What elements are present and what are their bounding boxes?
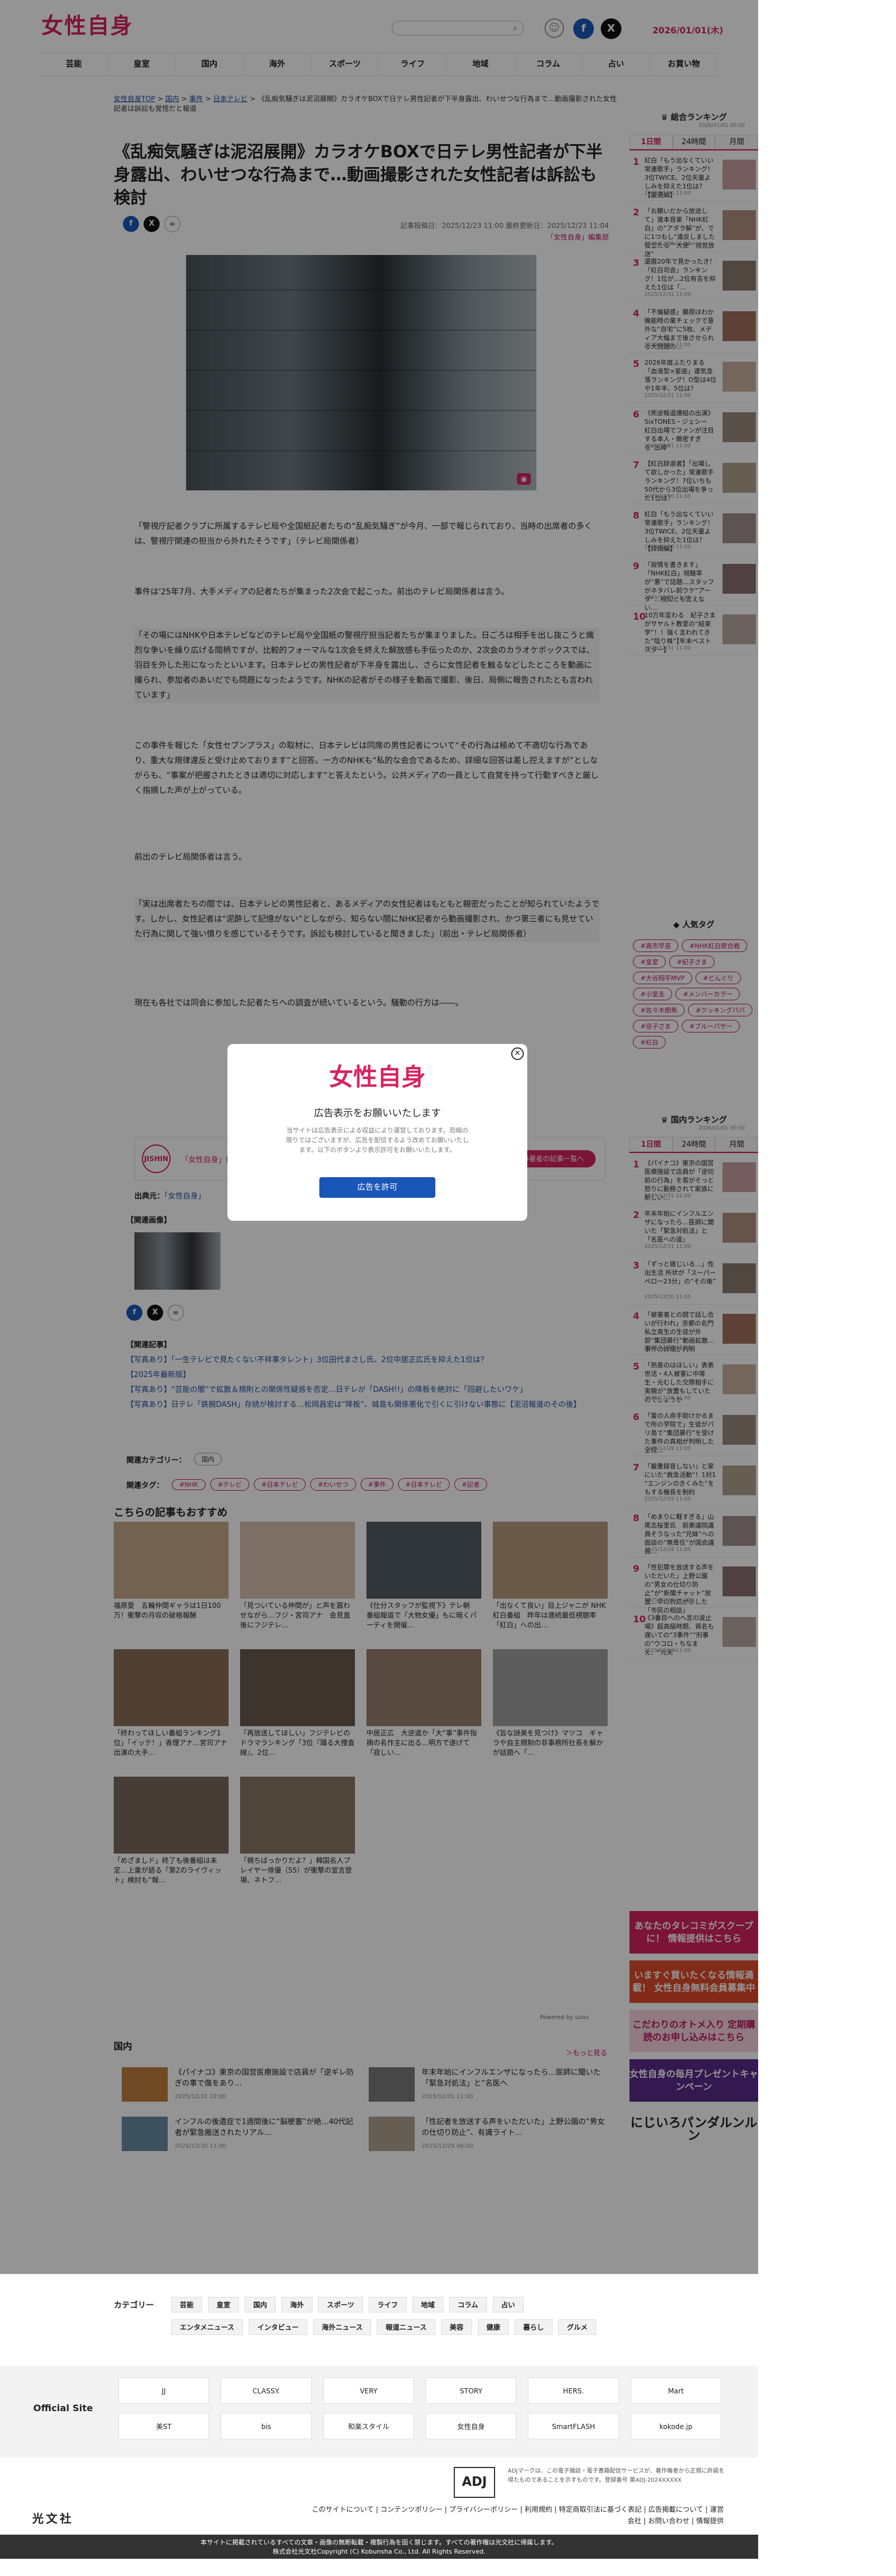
official-site-link[interactable]: 和楽スタイル bbox=[323, 2413, 414, 2439]
official-site-link[interactable]: VERY bbox=[323, 2377, 414, 2404]
footer-category[interactable]: 国内 bbox=[245, 2297, 276, 2312]
official-site-link[interactable]: HERS. bbox=[528, 2377, 619, 2404]
official-site-link[interactable]: 女性自身 bbox=[425, 2413, 517, 2439]
official-site-link[interactable]: CLASSY. bbox=[221, 2377, 312, 2404]
official-site-link[interactable]: STORY bbox=[425, 2377, 517, 2404]
footer-category[interactable]: 健康 bbox=[477, 2319, 509, 2335]
modal-body: 当サイトは広告表示による収益により運営しております。恐縮の限りではございますが、… bbox=[285, 1127, 469, 1154]
modal-heading: 広告表示をお願いいたします bbox=[314, 1108, 441, 1119]
footer-category[interactable]: 美容 bbox=[441, 2319, 472, 2335]
footer: カテゴリー 芸能 皇室 国内 海外 スポーツ ライフ 地域 コラム 占い エンタメニュース インタビ… bbox=[0, 2274, 896, 2576]
official-site-link[interactable]: JJ bbox=[118, 2377, 210, 2404]
copyright: 本サイトに掲載されているすべての文章・画像の無断転載・複製行為を固く禁じます。す… bbox=[0, 2535, 758, 2559]
footer-category[interactable]: スポーツ bbox=[318, 2297, 363, 2312]
footer-category[interactable]: 報道ニュース bbox=[377, 2319, 435, 2335]
official-site-link[interactable]: SmartFLASH bbox=[528, 2413, 619, 2439]
adj-logo: ADJ bbox=[454, 2467, 495, 2498]
footer-category[interactable]: コラム bbox=[449, 2297, 487, 2312]
footer-cat-label: カテゴリー bbox=[114, 2300, 154, 2310]
official-site-link[interactable]: 美ST bbox=[118, 2413, 210, 2439]
publisher-logo[interactable]: 光文社 bbox=[32, 2509, 74, 2526]
official-sites: Official Site JJ CLASSY. VERY STORY HERS. Mar… bbox=[0, 2366, 758, 2458]
official-site-link[interactable]: kokode.jp bbox=[630, 2413, 721, 2439]
footer-category[interactable]: 地域 bbox=[412, 2297, 443, 2312]
footer-links[interactable]: このサイトについて | コンテンツポリシー | プライバシーポリシー | 利用規… bbox=[310, 2504, 724, 2527]
footer-category[interactable]: インタビュー bbox=[249, 2319, 308, 2335]
copyright-line: 本サイトに掲載されているすべての文章・画像の無断転載・複製行為を固く禁じます。す… bbox=[200, 2539, 558, 2546]
footer-category[interactable]: 暮らし bbox=[514, 2319, 553, 2335]
footer-category[interactable]: グルメ bbox=[558, 2319, 596, 2335]
allow-ads-button[interactable]: 広告を許可 bbox=[319, 1177, 435, 1198]
footer-categories: カテゴリー 芸能 皇室 国内 海外 スポーツ ライフ 地域 コラム 占い エンタメニュース インタビ… bbox=[114, 2297, 631, 2342]
footer-category[interactable]: 芸能 bbox=[171, 2297, 203, 2312]
modal-logo: 女性自身 bbox=[329, 1063, 426, 1091]
official-site-link[interactable]: bis bbox=[221, 2413, 312, 2439]
footer-category[interactable]: 占い bbox=[492, 2297, 524, 2312]
adblock-modal: ✕ 女性自身 広告表示をお願いいたします 当サイトは広告表示による収益により運営… bbox=[227, 1044, 527, 1221]
adj-text: ADJマークは、この電子雑誌・電子書籍配信サービスが、著作権者から正規に許諾を得… bbox=[508, 2468, 725, 2484]
footer-category[interactable]: 海外 bbox=[281, 2297, 313, 2312]
footer-category[interactable]: ライフ bbox=[368, 2297, 407, 2312]
footer-category[interactable]: 海外ニュース bbox=[313, 2319, 372, 2335]
official-site-link[interactable]: Mart bbox=[630, 2377, 721, 2404]
official-label: Official Site bbox=[33, 2403, 93, 2413]
copyright-line: 株式会社光文社Copyright (C) Kobunsha Co., Ltd. … bbox=[272, 2548, 486, 2555]
footer-category[interactable]: 皇室 bbox=[208, 2297, 240, 2312]
footer-category[interactable]: エンタメニュース bbox=[171, 2319, 244, 2335]
